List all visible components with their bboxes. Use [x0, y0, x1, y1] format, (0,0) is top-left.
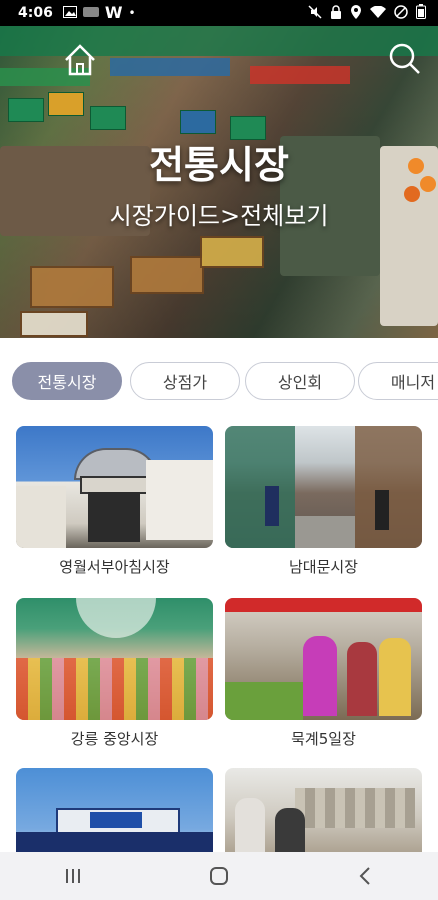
home-nav-button[interactable] [199, 856, 239, 896]
recent-apps-button[interactable] [53, 856, 93, 896]
w-app-icon: W [104, 3, 123, 22]
market-card[interactable]: 영월서부아침시장 [16, 426, 213, 576]
back-icon [359, 867, 370, 885]
breadcrumb[interactable]: 시장가이드>전체보기 [0, 196, 438, 231]
market-card[interactable]: 남대문시장 [225, 426, 422, 576]
dot-icon: • [128, 6, 136, 20]
no-entry-icon [394, 4, 408, 23]
hero-banner: 전통시장 시장가이드>전체보기 [0, 26, 438, 338]
market-name: 영월서부아침시장 [59, 558, 170, 576]
market-photo [225, 426, 422, 548]
lock-icon [330, 4, 342, 23]
tab-traditional-market[interactable]: 전통시장 [12, 362, 122, 400]
recent-apps-icon [66, 869, 80, 883]
tab-shopping-street[interactable]: 상점가 [130, 362, 240, 400]
status-bar: 4:06 W • [0, 0, 438, 26]
market-photo [225, 598, 422, 720]
page-title: 전통시장 [149, 143, 289, 187]
kakao-icon [82, 7, 99, 19]
market-card[interactable]: 강릉 중앙시장 [16, 598, 213, 748]
wifi-icon [370, 5, 386, 22]
home-button[interactable] [60, 40, 100, 80]
image-icon [62, 6, 77, 20]
tab-manager[interactable]: 매니저 [358, 362, 438, 400]
tab-merchant-association[interactable]: 상인회 [245, 362, 355, 400]
market-photo [16, 598, 213, 720]
home-circle-icon [210, 867, 228, 885]
mute-icon [308, 4, 322, 23]
market-name: 묵계5일장 [291, 730, 356, 748]
home-icon [65, 44, 95, 76]
market-name: 강릉 중앙시장 [70, 730, 159, 748]
back-button[interactable] [345, 856, 385, 896]
battery-icon [416, 4, 426, 23]
system-nav-bar [0, 852, 438, 900]
category-tabs: 전통시장 상점가 상인회 매니저 [0, 362, 438, 404]
status-time: 4:06 [18, 5, 53, 21]
market-photo [16, 426, 213, 548]
market-name: 남대문시장 [288, 558, 358, 576]
location-icon [350, 4, 362, 23]
search-button[interactable] [386, 40, 422, 76]
market-card[interactable]: 묵계5일장 [225, 598, 422, 748]
search-icon [389, 43, 420, 74]
